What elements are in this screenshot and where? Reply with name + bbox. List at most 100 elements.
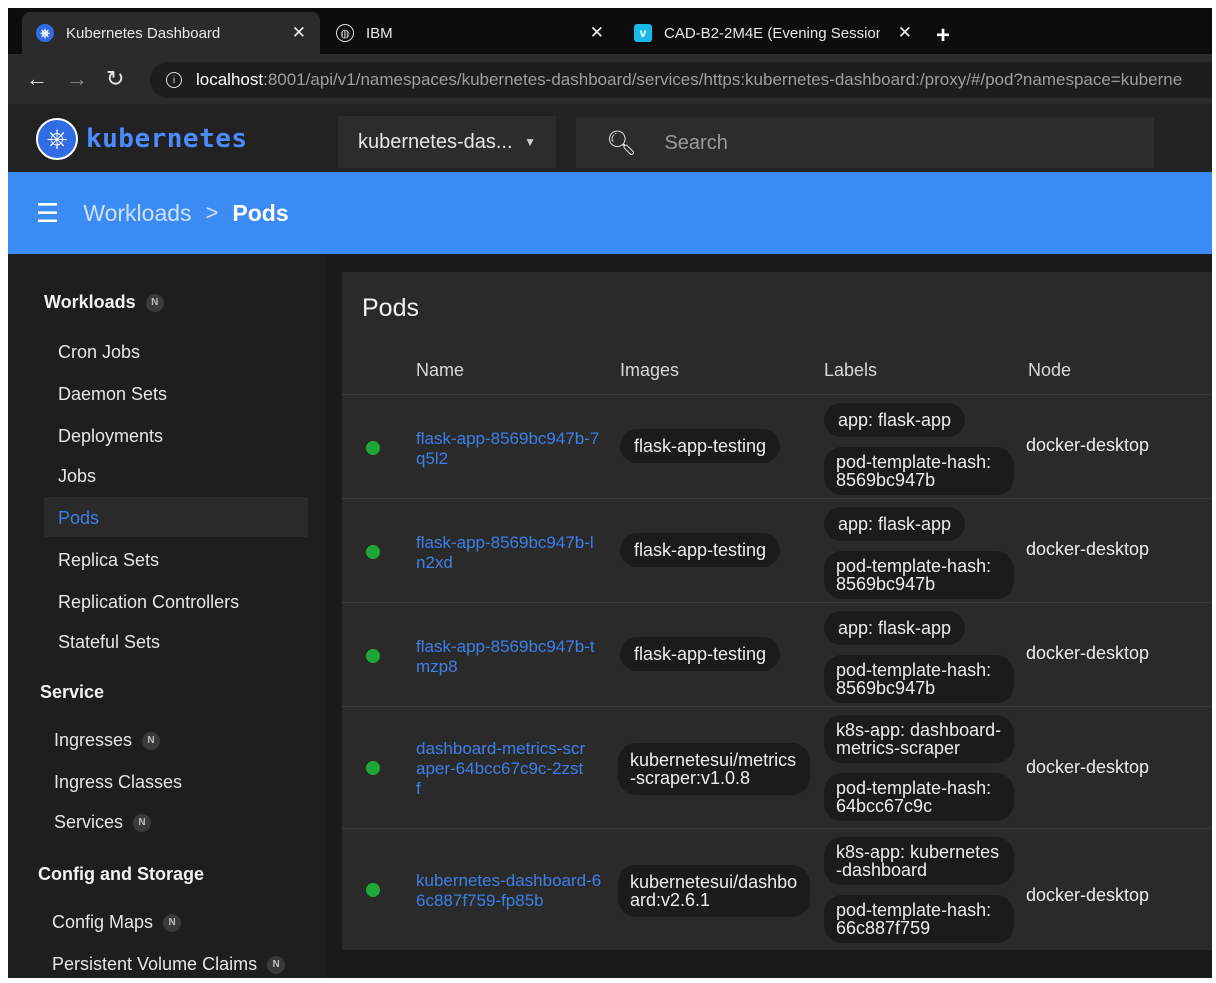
back-arrow-icon[interactable]: ← <box>26 66 48 92</box>
browser-window: ⎈ Kubernetes Dashboard ✕ ◍ IBM ✕ v CAD-B… <box>8 8 1212 978</box>
address-bar-row: ← → ↻ i localhost:8001/api/v1/namespaces… <box>8 54 1212 104</box>
new-tab-button[interactable]: + <box>936 22 950 50</box>
sidebar-item-ingresses[interactable]: Ingresses N <box>54 730 161 751</box>
breadcrumb-current: Pods <box>232 199 289 226</box>
sidebar-item-services[interactable]: Services N <box>54 812 152 833</box>
image-chip: flask-app-testing <box>620 637 781 671</box>
sidebar-heading-label: Config and Storage <box>38 864 204 884</box>
breadcrumb-workloads[interactable]: Workloads <box>83 200 191 227</box>
column-header-name[interactable]: Name <box>416 360 464 381</box>
label-chip: k8s-app: dashboard-metrics-scraper <box>824 715 1014 763</box>
image-chip: flask-app-testing <box>620 533 781 567</box>
image-chip: kubernetesui/metrics-scraper:v1.0.8 <box>618 743 810 795</box>
sidebar-item-jobs[interactable]: Jobs <box>58 466 96 487</box>
sidebar-heading-workloads[interactable]: Workloads N <box>44 292 164 313</box>
dashboard-header: ⎈ kubernetes kubernetes-das... ▼ 🔍︎ <box>8 104 1212 180</box>
helm-wheel-icon: ⎈ <box>36 118 78 160</box>
pod-name-link[interactable]: flask-app-8569bc947b-7q5l2 <box>416 429 602 469</box>
table-row[interactable]: dashboard-metrics-scraper-64bcc67c9c-2zs… <box>342 706 1212 826</box>
pods-card: Pods Name Images Labels Node flask-app-8… <box>342 272 1212 950</box>
tab-title: Kubernetes Dashboard <box>66 24 221 42</box>
sidebar-item-config-maps[interactable]: Config Maps N <box>52 912 182 933</box>
tab-ibm[interactable]: ◍ IBM ✕ <box>322 12 618 54</box>
card-title: Pods <box>362 294 419 322</box>
column-header-labels: Labels <box>824 360 878 380</box>
menu-icon[interactable]: ☰ <box>36 198 59 229</box>
forward-arrow-icon[interactable]: → <box>66 66 88 92</box>
label-chip: app: flask-app <box>824 507 966 541</box>
new-badge: N <box>142 731 161 750</box>
sidebar-item-ingress-classes[interactable]: Ingress Classes <box>54 772 182 793</box>
breadcrumb-bar: ☰ Workloads > Pods <box>8 172 1212 254</box>
table-row[interactable]: flask-app-8569bc947b-tmzp8 flask-app-tes… <box>342 602 1212 706</box>
sidebar-item-persistent-volume-claims[interactable]: Persistent Volume Claims N <box>52 954 286 975</box>
sidebar-item-cron-jobs[interactable]: Cron Jobs <box>58 342 140 363</box>
label-chip: pod-template-hash: 8569bc947b <box>824 447 1014 495</box>
label-chip: k8s-app: kubernetes-dashboard <box>824 837 1014 885</box>
url-path: :8001/api/v1/namespaces/kubernetes-dashb… <box>263 70 1183 89</box>
label-chip: pod-template-hash: 66c887f759 <box>824 895 1014 943</box>
sidebar-item-replica-sets[interactable]: Replica Sets <box>58 550 159 571</box>
close-tab-icon[interactable]: ✕ <box>292 23 306 43</box>
namespace-value: kubernetes-das... <box>358 130 513 153</box>
kubernetes-logo[interactable]: ⎈ kubernetes <box>36 118 248 160</box>
reload-icon[interactable]: ↻ <box>106 66 124 92</box>
namespace-selector[interactable]: kubernetes-das... ▼ <box>338 116 556 168</box>
label-chip: app: flask-app <box>824 403 966 437</box>
sidebar-item-label: Config Maps <box>52 912 154 932</box>
sidebar-heading-label: Service <box>40 682 105 702</box>
column-header-images: Images <box>620 360 680 380</box>
url-host: localhost <box>196 70 264 89</box>
image-chip: flask-app-testing <box>620 429 781 463</box>
new-badge: N <box>163 913 182 932</box>
sidebar-item-stateful-sets[interactable]: Stateful Sets <box>58 632 160 653</box>
chevron-down-icon: ▼ <box>524 135 536 149</box>
sidebar-item-replication-controllers[interactable]: Replication Controllers <box>58 592 239 613</box>
sidebar-item-deployments[interactable]: Deployments <box>58 426 163 447</box>
sidebar-item-daemon-sets[interactable]: Daemon Sets <box>58 384 167 405</box>
kubernetes-favicon-icon: ⎈ <box>36 24 54 42</box>
status-running-icon <box>366 545 380 559</box>
new-badge: N <box>267 955 286 974</box>
node-value: docker-desktop <box>1026 757 1150 777</box>
pod-name-link[interactable]: dashboard-metrics-scraper-64bcc67c9c-2zs… <box>416 739 586 799</box>
pod-name-link[interactable]: flask-app-8569bc947b-ln2xd <box>416 533 602 573</box>
label-chip: pod-template-hash: 64bcc67c9c <box>824 773 1014 821</box>
logo-text: kubernetes <box>86 124 248 154</box>
pod-name-link[interactable]: flask-app-8569bc947b-tmzp8 <box>416 637 602 677</box>
pod-name-link[interactable]: kubernetes-dashboard-66c887f759-fp85b <box>416 871 602 911</box>
table-row[interactable]: flask-app-8569bc947b-ln2xd flask-app-tes… <box>342 498 1212 602</box>
sidebar-item-label: Services <box>54 812 124 832</box>
close-tab-icon[interactable]: ✕ <box>590 23 604 43</box>
sidebar-heading-config-storage[interactable]: Config and Storage <box>38 864 204 885</box>
status-running-icon <box>366 441 380 455</box>
tab-cad-session[interactable]: v CAD-B2-2M4E (Evening Session) ✕ <box>620 12 926 54</box>
url-field[interactable]: i localhost:8001/api/v1/namespaces/kuber… <box>150 62 1212 98</box>
new-badge: N <box>133 813 152 832</box>
node-value: docker-desktop <box>1026 539 1150 559</box>
sidebar-heading-label: Workloads <box>44 292 136 312</box>
node-value: docker-desktop <box>1026 435 1150 455</box>
search-input[interactable] <box>664 131 1105 155</box>
tab-strip: ⎈ Kubernetes Dashboard ✕ ◍ IBM ✕ v CAD-B… <box>8 8 1212 54</box>
site-info-icon[interactable]: i <box>166 72 182 88</box>
node-value: docker-desktop <box>1026 885 1150 905</box>
new-badge: N <box>145 293 164 312</box>
tab-kubernetes-dashboard[interactable]: ⎈ Kubernetes Dashboard ✕ <box>22 12 320 54</box>
tab-title: CAD-B2-2M4E (Evening Session) <box>664 24 880 42</box>
search-bar[interactable]: 🔍︎ <box>576 118 1154 168</box>
status-running-icon <box>366 761 380 775</box>
table-row[interactable]: kubernetes-dashboard-66c887f759-fp85b ku… <box>342 828 1212 948</box>
label-chip: app: flask-app <box>824 611 966 645</box>
status-running-icon <box>366 649 380 663</box>
table-row[interactable]: flask-app-8569bc947b-7q5l2 flask-app-tes… <box>342 394 1212 498</box>
image-chip: kubernetesui/dashboard:v2.6.1 <box>618 865 810 917</box>
label-chip: pod-template-hash: 8569bc947b <box>824 551 1014 599</box>
vimeo-favicon-icon: v <box>634 24 652 42</box>
sidebar-item-pods[interactable]: Pods <box>58 508 99 529</box>
sidebar-heading-service[interactable]: Service <box>40 682 104 703</box>
tab-title: IBM <box>366 24 393 42</box>
close-tab-icon[interactable]: ✕ <box>898 23 912 43</box>
label-chip: pod-template-hash: 8569bc947b <box>824 655 1014 703</box>
node-value: docker-desktop <box>1026 643 1150 663</box>
